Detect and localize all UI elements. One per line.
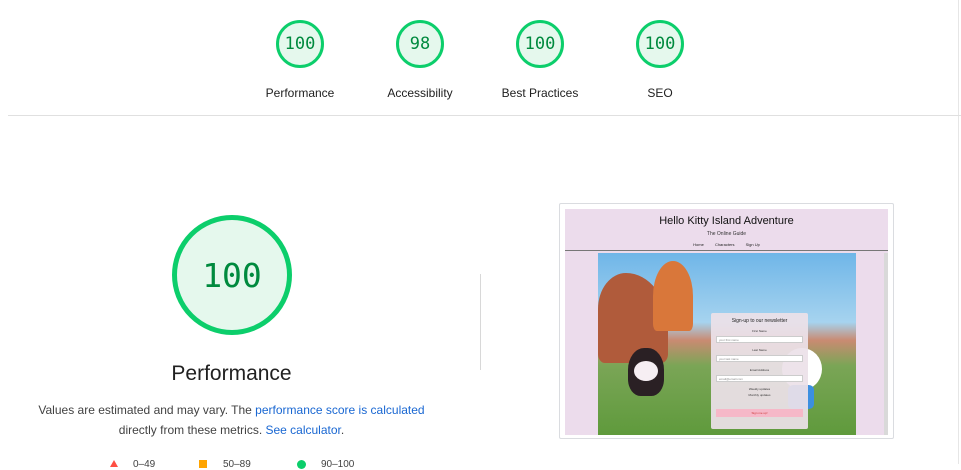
first-name-input: your first name — [716, 336, 803, 343]
gauge-score: 100 — [276, 20, 324, 68]
gauge-performance[interactable]: 100 Performance — [240, 20, 360, 100]
scrollbar — [884, 253, 888, 435]
performance-score-gauge: 100 — [172, 215, 292, 335]
gauge-score: 100 — [516, 20, 564, 68]
nav-characters: Characters — [714, 242, 735, 247]
gauge-score: 100 — [636, 20, 684, 68]
header-divider — [8, 115, 961, 116]
hero-image: Sign-up to our newsletter First Name you… — [598, 253, 856, 435]
average-square-icon — [199, 460, 207, 468]
performance-description: Values are estimated and may vary. The p… — [20, 400, 443, 440]
category-gauges: 100 Performance 98 Accessibility 100 Bes… — [0, 20, 961, 100]
email-label: Email Address — [749, 368, 770, 372]
newsletter-form: Sign-up to our newsletter First Name you… — [711, 313, 808, 429]
gauge-label: Performance — [265, 86, 335, 100]
gauge-label: Best Practices — [501, 86, 579, 100]
first-name-label: First Name — [752, 329, 767, 333]
scene-cliff — [653, 261, 693, 331]
sign-up-button: Sign me up! — [716, 409, 803, 417]
screenshot-page: Hello Kitty Island Adventure The Online … — [565, 209, 888, 435]
legend-range-fail: 0–49 — [133, 459, 156, 470]
pass-circle-icon — [297, 460, 306, 469]
monthly-option: Monthly updates — [748, 393, 771, 397]
desc-text: directly from these metrics. — [118, 423, 266, 437]
gauge-seo[interactable]: 100 SEO — [600, 20, 720, 100]
vertical-separator — [480, 274, 481, 370]
score-legend: 0–49 50–89 90–100 — [0, 458, 463, 470]
character-face — [634, 361, 658, 381]
nav-home: Home — [693, 242, 704, 247]
score-calculated-link[interactable]: performance score is calculated — [255, 403, 424, 417]
form-heading: Sign-up to our newsletter — [731, 318, 788, 324]
gauge-label: Accessibility — [387, 86, 453, 100]
desc-text: . — [340, 423, 345, 437]
weekly-option: Weekly updates — [748, 387, 771, 391]
see-calculator-link[interactable]: See calculator — [265, 423, 340, 437]
last-name-input: your last name — [716, 355, 803, 362]
last-name-label: Last Name — [752, 348, 767, 352]
gauge-label: SEO — [647, 86, 673, 100]
site-subtitle: The Online Guide — [706, 231, 747, 237]
site-title: Hello Kitty Island Adventure — [659, 215, 794, 227]
email-input: email@email.com — [716, 375, 803, 382]
legend-range-average: 50–89 — [223, 459, 251, 470]
nav-underline — [565, 250, 888, 251]
nav-sign-up: Sign Up — [745, 242, 760, 247]
legend-range-pass: 90–100 — [321, 459, 355, 470]
gauge-score: 98 — [396, 20, 444, 68]
performance-title: Performance — [171, 362, 292, 385]
desc-text: Values are estimated and may vary. The — [38, 403, 256, 417]
gauge-accessibility[interactable]: 98 Accessibility — [360, 20, 480, 100]
final-screenshot[interactable]: Hello Kitty Island Adventure The Online … — [559, 203, 894, 439]
site-nav: Home Characters Sign Up — [565, 242, 888, 247]
gauge-best-practices[interactable]: 100 Best Practices — [480, 20, 600, 100]
